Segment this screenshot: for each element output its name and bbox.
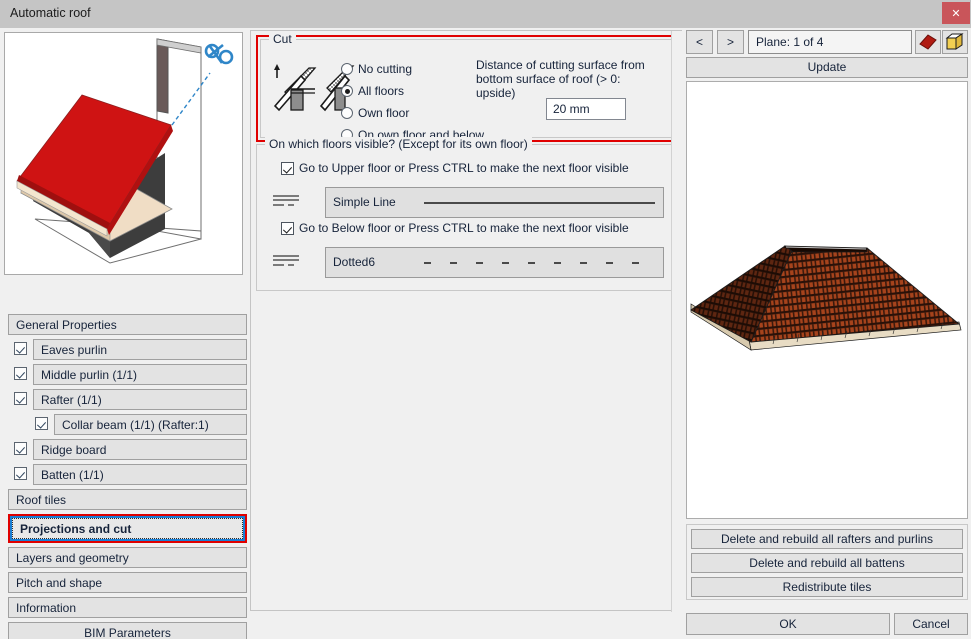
- plane-indicator[interactable]: Plane: 1 of 4: [748, 30, 912, 54]
- tree-item-batten: Batten (1/1): [8, 464, 247, 485]
- settings-panel: Cut: [250, 30, 682, 611]
- upper-line-style-preview: [424, 202, 655, 204]
- 3d-roof-viewport[interactable]: [686, 81, 968, 519]
- page-button-roof-tiles[interactable]: Roof tiles: [8, 489, 247, 510]
- radio-no-cutting-indicator[interactable]: [341, 63, 353, 75]
- checkbox-middle-purlin[interactable]: [14, 367, 27, 380]
- checkbox-rafter[interactable]: [14, 392, 27, 405]
- cut-group-legend: Cut: [269, 32, 296, 46]
- cancel-button[interactable]: Cancel: [894, 613, 968, 635]
- below-line-style-preview: [424, 262, 655, 264]
- cut-section-highlight: Cut: [256, 35, 675, 142]
- radio-all-floors-indicator[interactable]: [341, 85, 353, 97]
- page-button-projections-and-cut[interactable]: Projections and cut: [12, 518, 243, 539]
- tree-item-collar-beam: Collar beam (1/1) (Rafter:1): [8, 414, 247, 435]
- red-plane-diamond-icon[interactable]: [915, 30, 941, 54]
- checkbox-below-floor[interactable]: Go to Below floor or Press CTRL to make …: [281, 221, 629, 235]
- tree-item-label[interactable]: Ridge board: [33, 439, 247, 460]
- scissors-icon: [206, 45, 232, 63]
- tree-header-row: General Properties: [8, 314, 247, 335]
- update-button[interactable]: Update: [686, 57, 968, 78]
- floor-visibility-legend: On which floors visible? (Except for its…: [265, 137, 532, 151]
- automatic-roof-dialog: Automatic roof ✕: [0, 0, 971, 639]
- checkbox-below-floor-label: Go to Below floor or Press CTRL to make …: [299, 221, 629, 235]
- line-style-icon: [273, 193, 299, 209]
- bim-parameters-row: BIM Parameters: [8, 622, 247, 639]
- settings-scrollbar[interactable]: [671, 31, 682, 612]
- next-plane-button[interactable]: >: [717, 30, 744, 54]
- ok-button[interactable]: OK: [686, 613, 890, 635]
- roof-cut-illustration-svg: [5, 33, 242, 274]
- page-roof-tiles: Roof tiles: [8, 489, 247, 510]
- radio-own-floor-label: Own floor: [358, 106, 409, 120]
- roof-cut-illustration: [4, 32, 243, 275]
- tree-item-middle-purlin: Middle purlin (1/1): [8, 364, 247, 385]
- page-button-information[interactable]: Information: [8, 597, 247, 618]
- tree-item-label[interactable]: Eaves purlin: [33, 339, 247, 360]
- rebuild-buttons-group: Delete and rebuild all rafters and purli…: [686, 524, 968, 600]
- tree-item-eaves-purlin: Eaves purlin: [8, 339, 247, 360]
- checkbox-below-floor-indicator[interactable]: [281, 222, 294, 235]
- checkbox-upper-floor-label: Go to Upper floor or Press CTRL to make …: [299, 161, 629, 175]
- page-layers-and-geometry: Layers and geometry: [8, 547, 247, 568]
- redistribute-tiles-button[interactable]: Redistribute tiles: [691, 577, 963, 597]
- radio-no-cutting-label: No cutting: [358, 62, 412, 76]
- cut-group: Cut: [260, 39, 673, 138]
- tree-item-rafter: Rafter (1/1): [8, 389, 247, 410]
- page-button-pitch-and-shape[interactable]: Pitch and shape: [8, 572, 247, 593]
- left-column: General Properties Eaves purlin Middle p…: [4, 32, 243, 275]
- tree-item-label[interactable]: Rafter (1/1): [33, 389, 247, 410]
- line-style-icon: [273, 253, 299, 269]
- page-button-layers-and-geometry[interactable]: Layers and geometry: [8, 547, 247, 568]
- checkbox-ridge-board[interactable]: [14, 442, 27, 455]
- radio-all-floors-label: All floors: [358, 84, 404, 98]
- radio-no-cutting[interactable]: No cutting: [341, 62, 412, 76]
- distance-label: Distance of cutting surface from bottom …: [476, 58, 646, 100]
- rebuild-battens-button[interactable]: Delete and rebuild all battens: [691, 553, 963, 573]
- upper-line-style-combo[interactable]: Simple Line: [325, 187, 664, 218]
- yellow-cube-icon[interactable]: [942, 30, 968, 54]
- rebuild-rafters-purlins-button[interactable]: Delete and rebuild all rafters and purli…: [691, 529, 963, 549]
- checkbox-batten[interactable]: [14, 467, 27, 480]
- page-information: Information: [8, 597, 247, 618]
- window-title: Automatic roof: [10, 6, 91, 20]
- selected-page-highlight: Projections and cut: [8, 514, 247, 543]
- close-icon[interactable]: ✕: [942, 2, 970, 24]
- bim-parameters-button[interactable]: BIM Parameters: [8, 622, 247, 639]
- tree-item-label[interactable]: Collar beam (1/1) (Rafter:1): [54, 414, 247, 435]
- tree-item-ridge-board: Ridge board: [8, 439, 247, 460]
- general-properties-button[interactable]: General Properties: [8, 314, 247, 335]
- yellow-cube-glyph: [943, 31, 967, 53]
- tree-item-label[interactable]: Middle purlin (1/1): [33, 364, 247, 385]
- previous-plane-button[interactable]: <: [686, 30, 713, 54]
- 3d-hip-roof-tiles-preview: [687, 82, 967, 518]
- checkbox-upper-floor-indicator[interactable]: [281, 162, 294, 175]
- below-line-style-combo[interactable]: Dotted6: [325, 247, 664, 278]
- component-tree: General Properties Eaves purlin Middle p…: [8, 314, 247, 639]
- below-line-style-label: Dotted6: [333, 255, 375, 269]
- page-pitch-and-shape: Pitch and shape: [8, 572, 247, 593]
- title-bar: Automatic roof ✕: [0, 0, 971, 28]
- radio-own-floor-indicator[interactable]: [341, 107, 353, 119]
- floor-visibility-group: On which floors visible? (Except for its…: [256, 144, 675, 291]
- tree-item-label[interactable]: Batten (1/1): [33, 464, 247, 485]
- red-plane-diamond-glyph: [916, 31, 940, 53]
- roof-cut-up-icon: [271, 62, 317, 114]
- radio-own-floor[interactable]: Own floor: [341, 106, 409, 120]
- checkbox-upper-floor[interactable]: Go to Upper floor or Press CTRL to make …: [281, 161, 629, 175]
- radio-all-floors[interactable]: All floors: [341, 84, 404, 98]
- checkbox-eaves-purlin[interactable]: [14, 342, 27, 355]
- upper-line-style-label: Simple Line: [333, 195, 396, 209]
- checkbox-collar-beam[interactable]: [35, 417, 48, 430]
- distance-input[interactable]: 20 mm: [546, 98, 626, 120]
